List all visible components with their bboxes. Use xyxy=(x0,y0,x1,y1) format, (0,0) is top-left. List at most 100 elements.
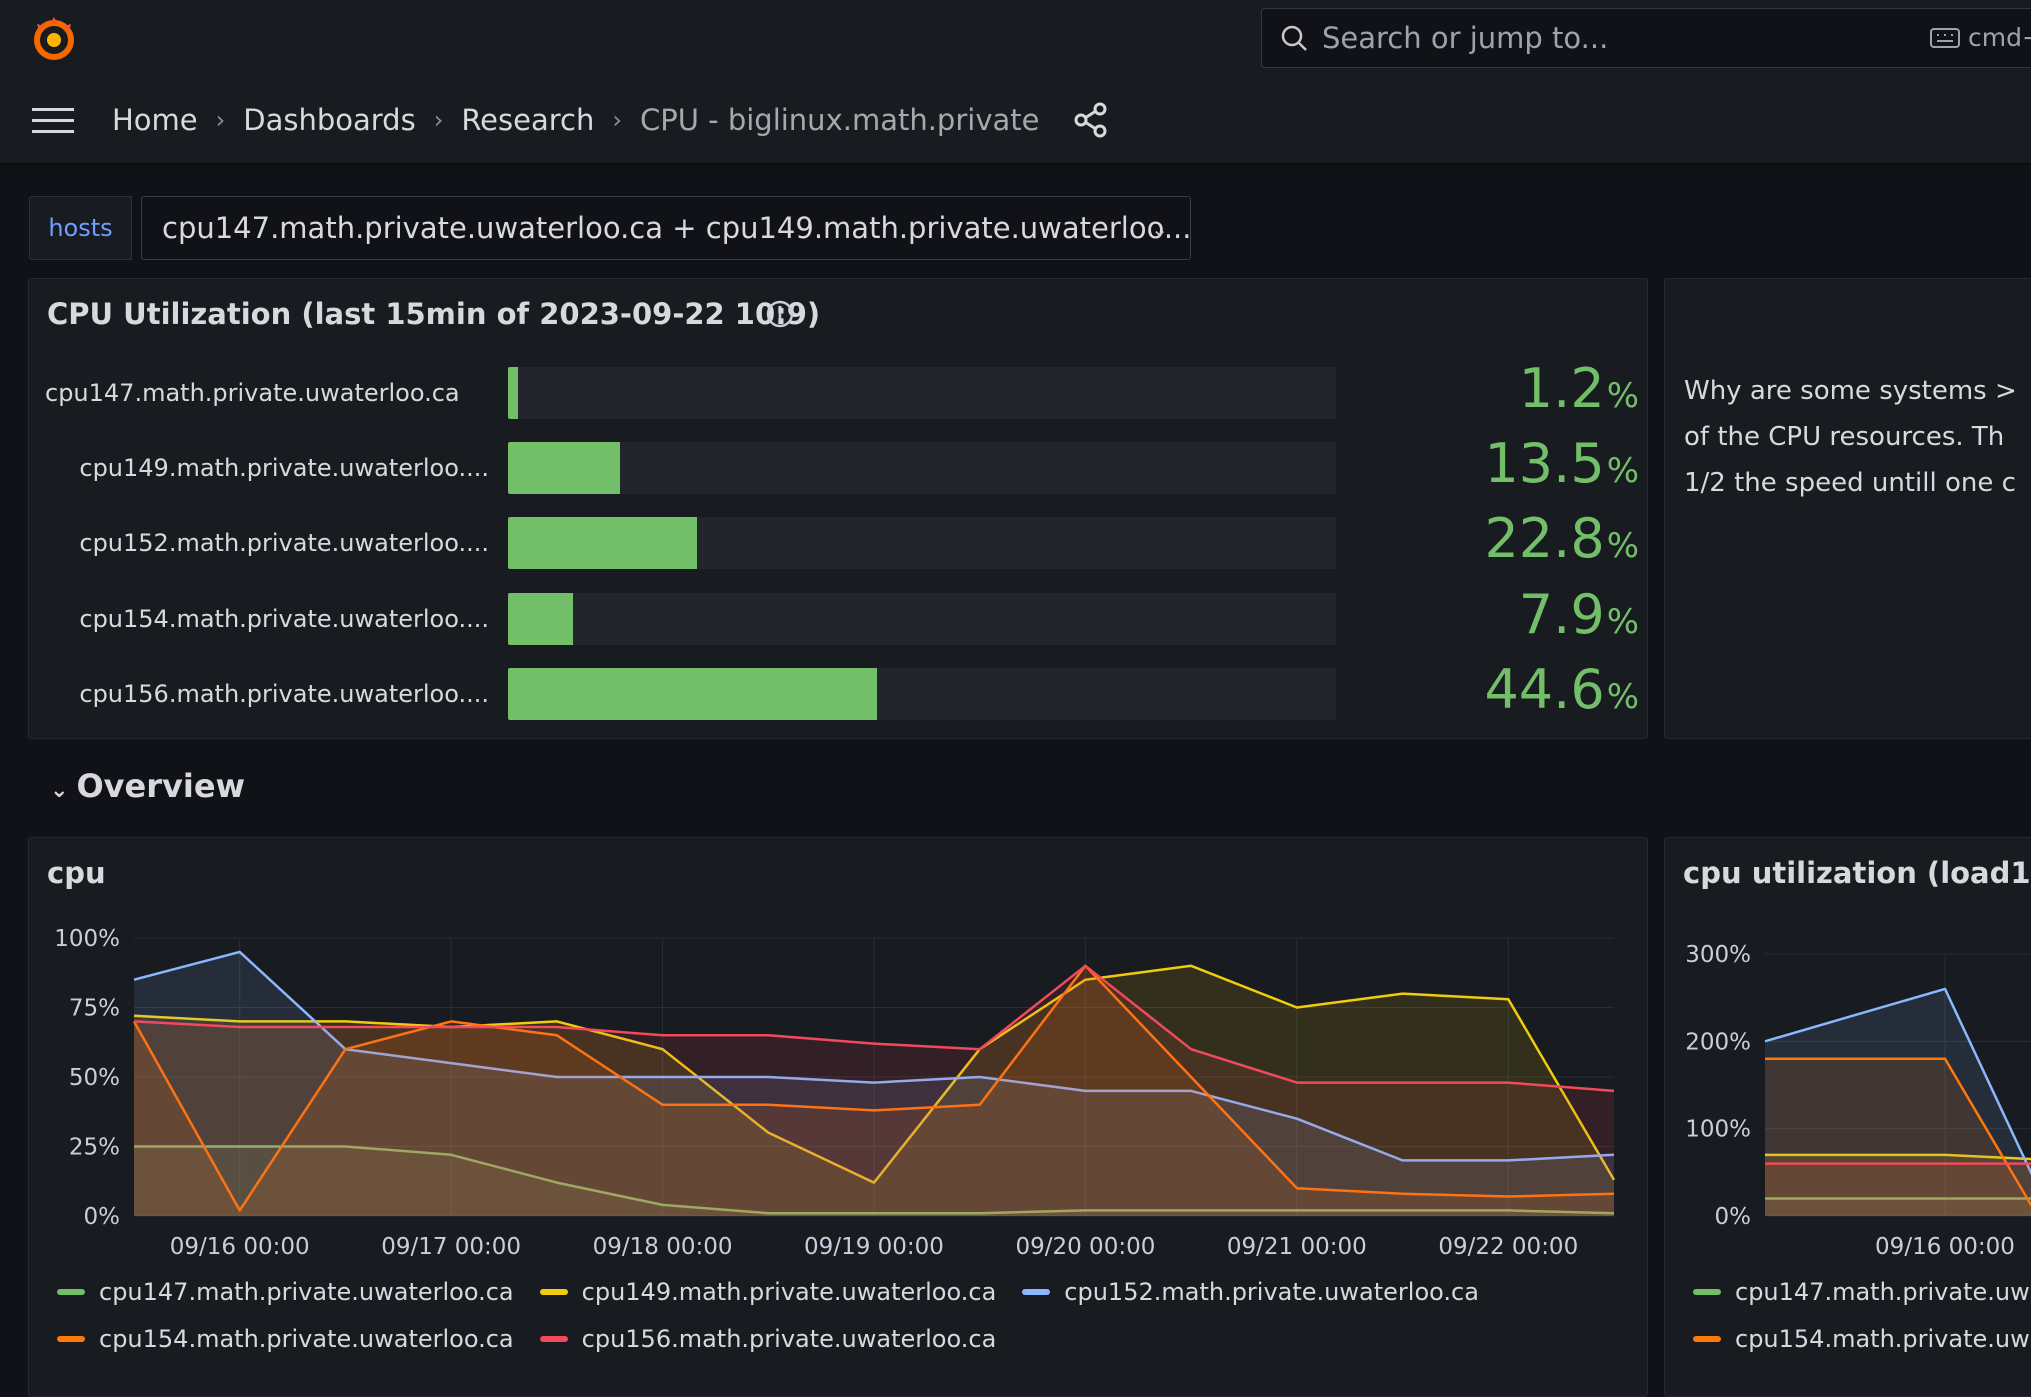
y-tick-label: 300% xyxy=(1685,942,1751,968)
chart-legend: cpu147.math.private.uwaterloo.ca cpu149.… xyxy=(57,1278,1479,1306)
bar-gauge-track xyxy=(508,593,1336,645)
legend-item[interactable]: cpu147.math.private.uwaterloo.ca xyxy=(57,1278,514,1306)
legend-label: cpu154.math.private.uwaterloo.ca xyxy=(99,1325,514,1353)
x-tick-label: 09/19 00:00 xyxy=(804,1234,944,1258)
bar-gauge-fill xyxy=(508,517,697,569)
info-icon[interactable] xyxy=(765,299,795,329)
x-tick-label: 09/18 00:00 xyxy=(593,1234,733,1258)
bar-gauge-track xyxy=(508,517,1336,569)
series-area xyxy=(1765,1163,2031,1216)
hosts-variable-select[interactable]: cpu147.math.private.uwaterloo.ca + cpu14… xyxy=(141,196,1192,260)
bar-gauge-row: cpu147.math.private.uwaterloo.ca 1.2% xyxy=(29,357,1649,421)
chevron-right-icon: › xyxy=(612,106,622,134)
legend-item[interactable]: cpu154.math.private.uwaterloo.ca xyxy=(57,1325,514,1353)
bar-gauge-unit: % xyxy=(1606,526,1639,566)
bar-gauge-track xyxy=(508,668,1336,720)
y-tick-label: 75% xyxy=(69,996,120,1022)
x-tick-label: 09/16 00:00 xyxy=(1875,1234,2015,1258)
bar-gauge-value: 1.2% xyxy=(1349,357,1639,420)
y-tick-label: 100% xyxy=(1685,1117,1751,1143)
row-title: Overview xyxy=(76,767,246,805)
legend-swatch xyxy=(1693,1336,1721,1342)
bar-gauge-number: 13.5 xyxy=(1484,432,1605,495)
legend-label: cpu156.math.private.uwaterloo.ca xyxy=(581,1325,997,1353)
menu-icon[interactable] xyxy=(32,106,74,136)
legend-label: cpu154.math.private.uw xyxy=(1735,1325,2030,1353)
text-line: Why are some systems > xyxy=(1684,376,2017,406)
keyboard-icon xyxy=(1930,27,1960,48)
legend-swatch xyxy=(1693,1289,1721,1295)
cpu-timeseries-chart[interactable]: 100% 75% 50% 25% 0% 09/16 00:00 09/17 00:00 09/… xyxy=(29,838,1649,1258)
bar-gauge-value: 44.6% xyxy=(1349,658,1639,721)
load-timeseries-chart[interactable]: 300% 200% 100% 0% 09/16 00:00 xyxy=(1665,838,2031,1258)
search-shortcut-label: cmd+ xyxy=(1968,23,2031,52)
bar-gauge-value: 22.8% xyxy=(1349,507,1639,570)
cpu-utilization-panel: CPU Utilization (last 15min of 2023-09-2… xyxy=(28,278,1648,739)
bar-gauge-label: cpu147.math.private.uwaterloo.ca xyxy=(45,379,460,407)
breadcrumb-research[interactable]: Research xyxy=(461,103,594,137)
legend-swatch xyxy=(57,1289,85,1295)
bar-gauge-fill xyxy=(508,668,878,720)
bar-gauge-fill xyxy=(508,442,620,494)
bar-gauge-number: 1.2 xyxy=(1518,357,1605,420)
chevron-down-icon: ⌄ xyxy=(1151,217,1168,241)
x-tick-label: 09/16 00:00 xyxy=(170,1234,310,1258)
hosts-variable-value: cpu147.math.private.uwaterloo.ca + cpu14… xyxy=(162,211,1192,245)
legend-label: cpu147.math.private.uwaterloo.ca xyxy=(99,1278,514,1306)
share-icon[interactable] xyxy=(1072,101,1110,139)
chart-legend: cpu154.math.private.uwaterloo.ca cpu156.… xyxy=(57,1325,996,1353)
bar-gauge-number: 22.8 xyxy=(1484,507,1605,570)
bar-gauge-track xyxy=(508,442,1336,494)
bar-gauge-value: 7.9% xyxy=(1349,583,1639,646)
bar-gauge-track xyxy=(508,367,1336,419)
legend-swatch xyxy=(539,1336,568,1342)
y-tick-label: 0% xyxy=(1715,1204,1752,1230)
chevron-down-icon: ⌄ xyxy=(50,778,69,803)
breadcrumb-dashboards[interactable]: Dashboards xyxy=(243,103,415,137)
variable-label-hosts: hosts xyxy=(29,196,132,260)
grafana-logo-icon[interactable] xyxy=(28,12,80,64)
x-tick-label: 09/20 00:00 xyxy=(1015,1234,1155,1258)
text-line: 1/2 the speed untill one c xyxy=(1684,468,2016,498)
legend-swatch xyxy=(539,1289,568,1295)
legend-item[interactable]: cpu147.math.private.uwa xyxy=(1693,1278,2031,1306)
bar-gauge-unit: % xyxy=(1606,376,1639,416)
x-tick-label: 09/22 00:00 xyxy=(1438,1234,1578,1258)
legend-item[interactable]: cpu152.math.private.uwaterloo.ca xyxy=(1022,1278,1479,1306)
breadcrumb: Home › Dashboards › Research › CPU - big… xyxy=(112,96,1039,144)
cpu-chart-panel: cpu 100% 75% 50% 25% 0% 09/16 00:00 09/17 00:0… xyxy=(28,837,1648,1397)
bar-gauge-row: cpu156.math.private.uwaterloo.... 44.6% xyxy=(29,658,1649,722)
chevron-right-icon: › xyxy=(215,106,226,134)
x-tick-label: 09/21 00:00 xyxy=(1227,1234,1367,1258)
search-input[interactable]: Search or jump to... cmd+ xyxy=(1261,8,2031,68)
bar-gauge-row: cpu152.math.private.uwaterloo.... 22.8% xyxy=(29,507,1649,571)
legend-item[interactable]: cpu149.math.private.uwaterloo.ca xyxy=(539,1278,997,1306)
bar-gauge-row: cpu149.math.private.uwaterloo.... 13.5% xyxy=(29,432,1649,496)
legend-item[interactable]: cpu156.math.private.uwaterloo.ca xyxy=(539,1325,997,1353)
load-chart-panel: cpu utilization (load15 / r 300%200%100%… xyxy=(1664,837,2031,1397)
row-toggle-overview[interactable]: ⌄ Overview xyxy=(50,767,245,805)
y-tick-label: 50% xyxy=(69,1065,120,1091)
x-tick-label: 09/17 00:00 xyxy=(381,1234,521,1258)
breadcrumb-current: CPU - biglinux.math.private xyxy=(639,103,1040,137)
y-tick-label: 200% xyxy=(1685,1029,1751,1055)
y-tick-label: 0% xyxy=(84,1204,121,1230)
bar-gauge-number: 7.9 xyxy=(1518,583,1605,646)
bar-gauge-number: 44.6 xyxy=(1484,658,1605,721)
y-tick-label: 100% xyxy=(54,926,120,952)
legend-item[interactable]: cpu154.math.private.uw xyxy=(1693,1325,2030,1353)
legend-label: cpu147.math.private.uwa xyxy=(1735,1278,2031,1306)
text-line: of the CPU resources. Th xyxy=(1684,422,2005,452)
chevron-right-icon: › xyxy=(433,106,444,134)
search-icon xyxy=(1281,25,1307,51)
text-panel xyxy=(1664,278,2031,739)
legend-swatch xyxy=(57,1336,85,1342)
panel-title: CPU Utilization (last 15min of 2023-09-2… xyxy=(47,297,821,331)
bar-gauge-value: 13.5% xyxy=(1349,432,1639,495)
bar-gauge-row: cpu154.math.private.uwaterloo.... 7.9% xyxy=(29,583,1649,647)
bar-gauge-label: cpu152.math.private.uwaterloo.... xyxy=(79,529,489,557)
bar-gauge-label: cpu156.math.private.uwaterloo.... xyxy=(79,680,489,708)
bar-gauge-unit: % xyxy=(1606,677,1639,717)
breadcrumb-home[interactable]: Home xyxy=(112,103,198,137)
legend-label: cpu149.math.private.uwaterloo.ca xyxy=(581,1278,997,1306)
